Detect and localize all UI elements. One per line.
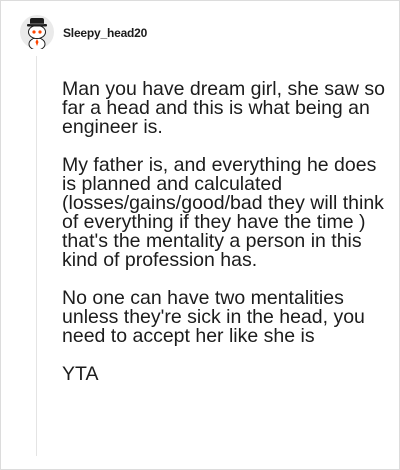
comment-card: Sleepy_head20 Man you have dream girl, s… [0,0,400,470]
comment-body: Man you have dream girl, she saw so far … [62,78,392,385]
comment-author[interactable]: Sleepy_head20 [63,26,147,40]
user-avatar-icon[interactable] [20,15,54,51]
thread-line[interactable] [36,56,37,456]
comment-paragraph: Man you have dream girl, she saw so far … [62,78,385,138]
comment-paragraph: My father is, and everything he does is … [62,154,384,271]
comment-verdict: YTA [62,363,99,385]
comment-paragraph: No one can have two mentalities unless t… [62,287,365,347]
